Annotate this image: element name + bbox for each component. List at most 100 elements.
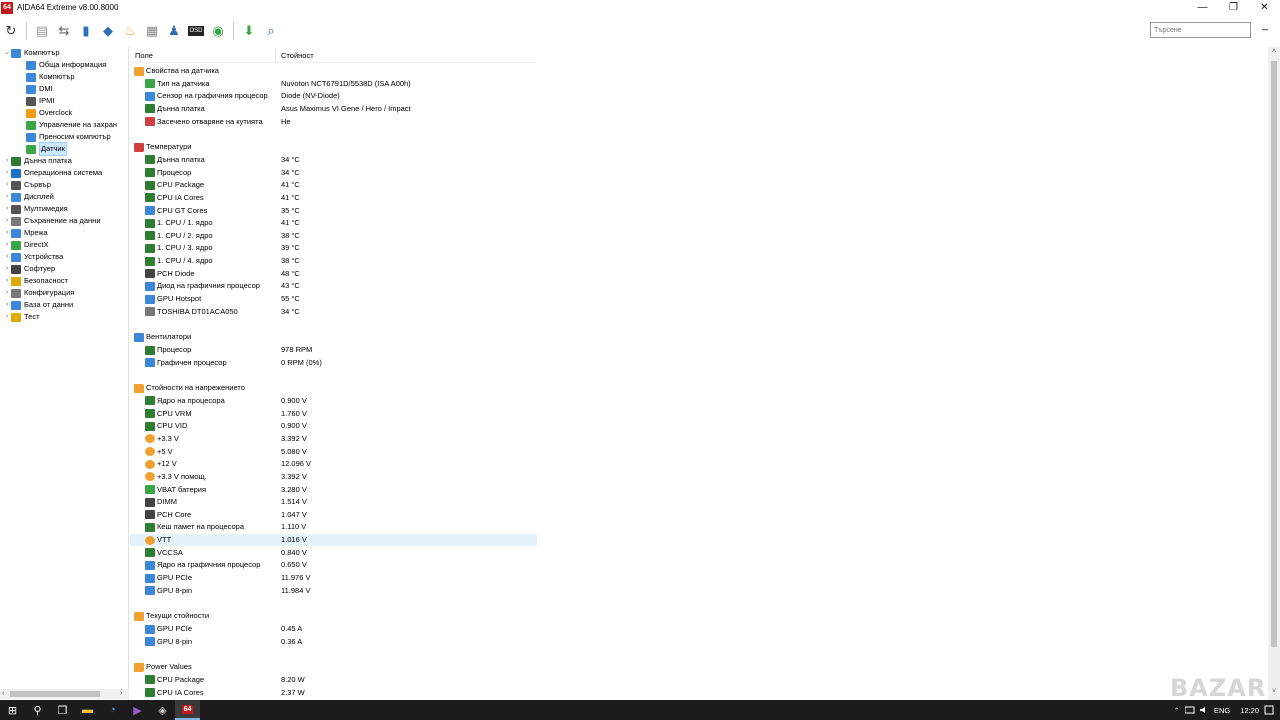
refresh-button[interactable]: ↻ [0, 20, 22, 42]
tree-item[interactable]: › Мултимедия [3, 203, 68, 215]
search-options-button[interactable] [1256, 22, 1274, 38]
list-item[interactable]: VCCSA 0.840 V [130, 547, 537, 559]
expand-chevron-icon[interactable]: › [3, 155, 11, 167]
tree-item[interactable]: DMI [18, 83, 53, 95]
visual-studio-button[interactable]: ▶ [125, 700, 150, 720]
task-view-button[interactable]: ❐ [50, 700, 75, 720]
list-item[interactable]: Ядро на процесора 0.900 V [130, 395, 537, 407]
osd-button[interactable]: OSD [185, 20, 207, 42]
expand-chevron-icon[interactable]: › [3, 227, 11, 239]
tree-item[interactable]: › Съхранение на данни [3, 215, 101, 227]
flame-button[interactable]: ♨ [119, 20, 141, 42]
column-header-value[interactable]: Стойност [276, 49, 536, 62]
list-item[interactable]: GPU PCIe 0.45 A [130, 623, 537, 635]
list-item[interactable]: 1. CPU / 4. ядро 38 °C [130, 255, 537, 267]
tray-overflow-icon[interactable]: ⌃ [1174, 706, 1180, 715]
scroll-thumb[interactable] [1271, 61, 1277, 647]
tree-item[interactable]: Обща информация [18, 59, 106, 71]
list-item[interactable]: DIMM 1.514 V [130, 496, 537, 508]
list-item[interactable]: VTT 1.016 V [130, 534, 537, 547]
expand-chevron-icon[interactable]: › [3, 215, 11, 227]
tree-item[interactable]: Управление на захран [18, 119, 117, 131]
list-item[interactable]: TOSHIBA DT01ACA050 34 °C [130, 306, 537, 318]
category-row[interactable]: Вентилатори [130, 331, 537, 343]
expand-chevron-icon[interactable]: ⌄ [3, 47, 11, 59]
list-item[interactable]: Сензор на графичния процесор Diode (NV-Di… [130, 90, 537, 102]
navigation-tree[interactable]: ⌄ Компютър Обща информация Компютър DMI IPMI O… [0, 47, 129, 700]
list-item[interactable]: 1. CPU / 1. ядро 41 °C [130, 217, 537, 229]
list-item[interactable]: PCH Core 1.047 V [130, 509, 537, 521]
tree-item[interactable]: › Операционна система [3, 167, 102, 179]
list-item[interactable]: CPU GT Cores 35 °C [130, 205, 537, 217]
tree-item[interactable]: › Безопасност [3, 275, 68, 287]
list-item[interactable]: Засечено отваряне на кутията Не [130, 116, 537, 128]
scroll-thumb[interactable] [10, 691, 100, 697]
tree-item[interactable]: IPMI [18, 95, 54, 107]
sensor-button[interactable]: ◉ [207, 20, 229, 42]
tree-item[interactable]: › Устройства [3, 251, 63, 263]
tree-item[interactable]: › Дънна платка [3, 155, 72, 167]
tree-item[interactable]: › Сървър [3, 179, 51, 191]
list-item[interactable]: Диод на графичния процесор 43 °C [130, 280, 537, 292]
start-button[interactable]: ⊞ [0, 700, 25, 720]
scroll-up-icon[interactable]: ˄ [1268, 48, 1280, 55]
category-row[interactable]: Стойности на напрежението [130, 382, 537, 394]
notifications-icon[interactable] [1264, 705, 1274, 715]
list-item[interactable]: CPU Package 8.20 W [130, 674, 537, 686]
expand-chevron-icon[interactable]: › [3, 263, 11, 275]
list-item[interactable]: CPU Package 41 °C [130, 179, 537, 191]
list-item[interactable]: GPU 8-pin 11.984 V [130, 585, 537, 597]
search-button[interactable]: ⌕ [260, 20, 282, 42]
expand-chevron-icon[interactable]: › [3, 287, 11, 299]
scroll-down-icon[interactable]: ˅ [1268, 688, 1280, 695]
list-item[interactable]: +3.3 V 3.392 V [130, 433, 537, 445]
network-button[interactable]: ⇆ [53, 20, 75, 42]
download-button[interactable]: ⬇ [238, 20, 260, 42]
expand-chevron-icon[interactable]: › [3, 311, 11, 323]
tree-item[interactable]: › Софтуер [3, 263, 55, 275]
expand-chevron-icon[interactable]: › [3, 239, 11, 251]
list-item[interactable]: 1. CPU / 2. ядро 38 °C [130, 230, 537, 242]
tree-horizontal-scrollbar[interactable]: ‹ › [0, 689, 129, 699]
minimize-button[interactable]: — [1187, 0, 1218, 15]
expand-chevron-icon[interactable]: › [3, 179, 11, 191]
expand-chevron-icon[interactable]: › [3, 275, 11, 287]
expand-chevron-icon[interactable]: › [3, 299, 11, 311]
list-item[interactable]: +3.3 V помощ. 3.392 V [130, 471, 537, 483]
language-indicator[interactable]: ENG [1214, 706, 1230, 715]
list-item[interactable]: CPU VID 0.900 V [130, 420, 537, 432]
list-item[interactable]: VBAT батерия 3.280 V [130, 484, 537, 496]
list-item[interactable]: Ядро на графичния процесор 0.650 V [130, 559, 537, 571]
file-explorer-button[interactable]: ▬ [75, 700, 100, 720]
clock[interactable]: 12:20 [1240, 706, 1259, 715]
tree-item[interactable]: Датчик [18, 142, 67, 156]
tree-item[interactable]: ⌄ Компютър [3, 47, 60, 59]
expand-chevron-icon[interactable]: › [3, 203, 11, 215]
category-row[interactable]: Свойства на датчика [130, 65, 537, 77]
list-vertical-scrollbar[interactable]: ˄ ˅ [1268, 47, 1280, 700]
list-item[interactable]: Дънна платка 34 °C [130, 154, 537, 166]
tree-item[interactable]: › Конфигурация [3, 287, 74, 299]
list-item[interactable]: GPU Hotspot 55 °C [130, 293, 537, 305]
list-item[interactable]: CPU IA Cores 2.37 W [130, 687, 537, 699]
category-row[interactable]: Power Values [130, 661, 537, 673]
list-item[interactable]: Кеш памет на процесора 1.110 V [130, 521, 537, 533]
scroll-right-icon[interactable]: › [120, 689, 122, 699]
list-item[interactable]: Процесор 34 °C [130, 167, 537, 179]
list-item[interactable]: CPU IA Cores 41 °C [130, 192, 537, 204]
tree-item[interactable]: › DirectX [3, 239, 49, 251]
taskbar-search-button[interactable]: ⚲ [25, 700, 50, 720]
list-item[interactable]: Графичен процесор 0 RPM (0%) [130, 357, 537, 369]
tree-item[interactable]: › База от данни [3, 299, 73, 311]
edge-button[interactable]: ◔ [100, 700, 125, 720]
user-button[interactable]: ♟ [163, 20, 185, 42]
tree-item[interactable]: › Мрежа [3, 227, 48, 239]
expand-chevron-icon[interactable]: › [3, 191, 11, 203]
list-item[interactable]: Дънна платка Asus Maximus VI Gene / Hero … [130, 103, 537, 115]
list-item[interactable]: +12 V 12.096 V [130, 458, 537, 470]
aida64-taskbar-button[interactable]: 64 [175, 700, 200, 720]
tree-item[interactable]: Overclock [18, 107, 72, 119]
category-row[interactable]: Текущи стойности [130, 610, 537, 622]
category-row[interactable]: Температури [130, 141, 537, 153]
monitor-button[interactable]: ▮ [75, 20, 97, 42]
